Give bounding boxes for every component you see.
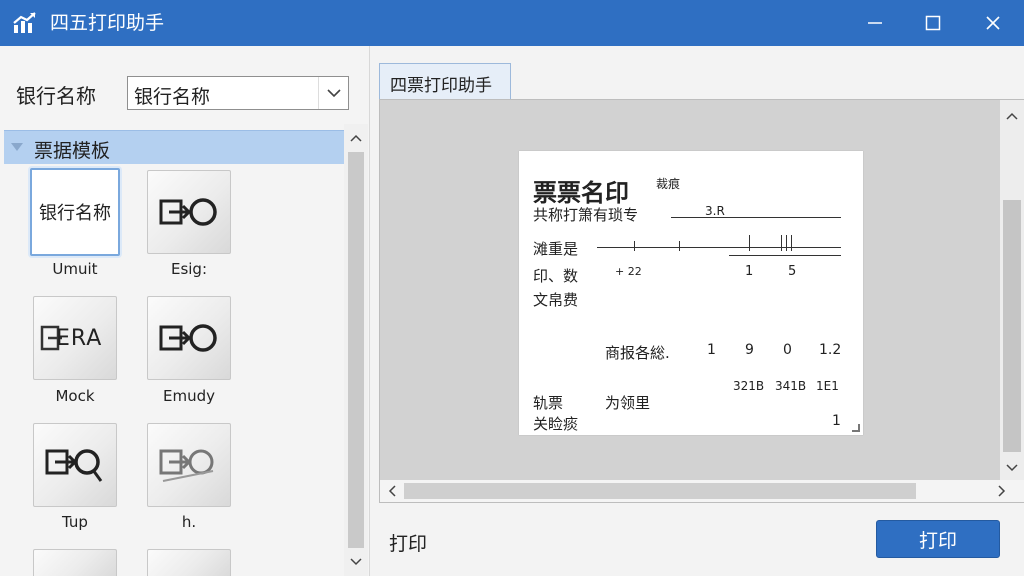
bill-underline [729,255,841,256]
export-magnifier-icon [45,449,103,482]
preview-horizontal-scrollbar[interactable] [380,480,1024,502]
bill-amount: 0 [783,342,792,358]
bill-field-value: 3.R [705,204,725,218]
bill-tick [791,235,792,251]
print-preview-area: 票票名印 裁痕 共称打箫有琐专 3.R 滩重是 印、数 + 22 1 5 文帛费… [379,99,1024,503]
bill-field-label: 共称打箫有琐专 [533,206,639,224]
tree-node-label: 票据模板 [34,140,111,162]
template-caption: Emudy [163,387,215,405]
preview-vertical-scrollbar[interactable] [1000,100,1024,480]
maximize-icon [925,15,941,31]
template-caption: Mock [55,387,95,405]
template-tile[interactable] [33,423,117,507]
bill-underline [671,217,841,218]
bill-tick [781,235,782,251]
export-magnifier-faded-icon [159,449,214,482]
template-caption: Umuit [52,260,98,278]
bill-field-value: 1 [745,264,754,279]
print-button[interactable]: 打印 [876,520,1000,558]
bill-amount: 9 [745,342,754,358]
close-button[interactable] [964,0,1022,46]
template-tile[interactable]: 银行名称 [30,168,120,256]
template-tile[interactable] [33,549,117,576]
scroll-down-button[interactable] [1000,458,1024,478]
bank-name-select[interactable]: 银行名称 [127,76,349,110]
bill-field-label: 关睑痰 [533,415,579,433]
template-tile[interactable] [147,423,231,507]
collapse-triangle-icon[interactable] [10,141,24,153]
template-scrollbar[interactable] [344,124,368,576]
scroll-left-button[interactable] [380,481,404,501]
template-tile[interactable]: ERA [33,296,117,380]
bill-field-label: 轨票 [533,394,564,412]
bank-select-value: 银行名称 [134,86,211,108]
title-bar: 四五打印助手 [0,0,1024,46]
scroll-down-button[interactable] [344,552,368,572]
bill-tick [634,241,635,251]
template-tile-text: 银行名称 [39,203,111,224]
bill-code: 1E1 [816,379,839,393]
template-panel: 银行名称 银行名称 票据模板 银行名称 Umuit Esig: ERA Mock [0,46,370,576]
bill-title: 票票名印 [533,179,629,207]
template-tile-text: ERA [56,326,103,351]
close-icon [986,16,1000,30]
chevron-left-icon [388,485,396,497]
scrollbar-thumb[interactable] [1003,200,1021,452]
bill-tick [679,241,680,251]
bill-amount: 1 [707,342,716,358]
maximize-button[interactable] [904,0,962,46]
bill-tick [749,235,750,251]
template-tile[interactable] [147,549,231,576]
minimize-button[interactable] [846,0,904,46]
scrollbar-thumb[interactable] [404,483,916,499]
minimize-icon [868,22,882,24]
chevron-right-icon [998,485,1006,497]
chevron-up-icon [350,134,362,142]
template-tile[interactable] [147,296,231,380]
scroll-up-button[interactable] [344,128,368,148]
dropdown-button[interactable] [318,77,348,109]
template-caption: Tup [62,513,88,531]
chevron-down-icon [326,89,341,98]
bill-tick [786,235,787,251]
bank-name-label: 银行名称 [16,84,96,108]
bill-amount: 1.2 [819,342,842,358]
chart-trend-icon [13,12,36,33]
chevron-down-icon [1006,464,1018,472]
chevron-down-icon [350,558,362,566]
bill-underline [719,247,841,248]
template-caption: h. [181,513,197,531]
bill-field-value: 1 [832,413,841,429]
bill-field-value: 为领里 [605,394,651,412]
tab-print-assistant[interactable]: 四票打印助手 [379,63,511,99]
bill-code: 321B [733,379,765,393]
bill-field-label: 商报各総. [605,344,670,362]
scrollbar-thumb[interactable] [348,152,364,548]
bill-code: 341B [775,379,807,393]
bill-field-label: 滩重是 [533,240,579,258]
template-caption: Esig: [170,260,208,278]
resize-grip-icon[interactable] [852,424,860,432]
scroll-up-button[interactable] [1000,106,1024,126]
tab-label: 四票打印助手 [390,76,492,96]
bill-field-label: 印、数 [533,267,579,285]
tree-node-bill-templates[interactable]: 票据模板 [4,130,344,164]
bill-field-value: 5 [788,264,797,279]
chevron-up-icon [1006,112,1018,120]
bill-underline [597,247,719,248]
window-title: 四五打印助手 [50,12,165,34]
template-tile[interactable] [147,170,231,254]
scroll-right-button[interactable] [990,481,1014,501]
export-circle-icon [159,324,217,352]
bill-field-mark: + 22 [615,265,642,278]
print-label: 打印 [389,533,428,555]
bill-title-tag: 裁痕 [656,177,681,191]
bill-preview-paper: 票票名印 裁痕 共称打箫有琐专 3.R 滩重是 印、数 + 22 1 5 文帛费… [519,151,863,435]
bill-field-label: 文帛费 [533,291,579,309]
export-circle-icon [159,198,217,226]
